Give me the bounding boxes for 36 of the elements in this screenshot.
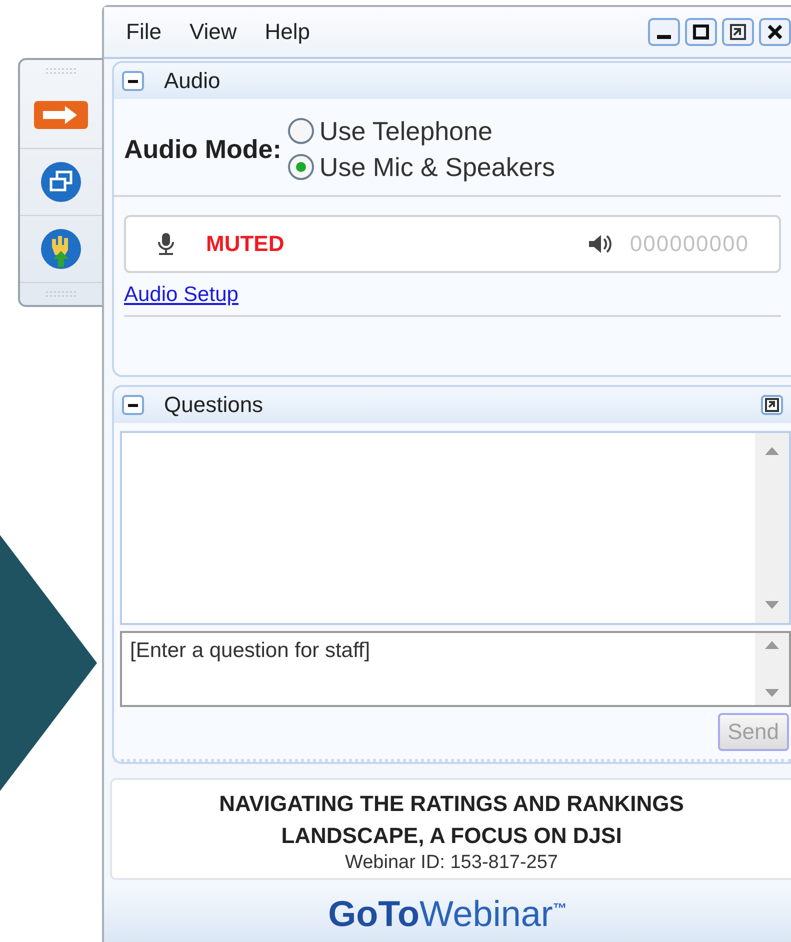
menu-item[interactable]: Help: [264, 19, 310, 45]
option-label[interactable]: Use Telephone: [319, 113, 492, 149]
undock-button[interactable]: [722, 18, 754, 46]
menu-item[interactable]: View: [189, 19, 237, 45]
close-button[interactable]: [759, 18, 791, 46]
undock-button[interactable]: [761, 395, 783, 415]
undock-icon: [730, 24, 746, 40]
speaker-icon: [588, 234, 614, 254]
minimize-button[interactable]: [648, 18, 680, 46]
undock-icon: [765, 398, 779, 412]
arrow-right-icon: [33, 100, 89, 130]
field-label: Audio Mode:: [124, 134, 282, 164]
audio-setup-link[interactable]: Audio Setup: [124, 283, 238, 307]
menu-item[interactable]: File: [126, 19, 162, 45]
panel-title: Audio: [164, 68, 220, 94]
radio-button[interactable]: [287, 153, 316, 181]
option-label[interactable]: Use Mic & Speakers: [319, 149, 555, 185]
brand-logo: GoToWebinar$^{™}$: [328, 893, 567, 935]
webinar-id: Webinar ID: 153-817-257: [345, 852, 558, 874]
close-icon: [767, 24, 783, 40]
radio-button[interactable]: [287, 117, 316, 145]
windows-icon: [39, 160, 83, 204]
panel-title: Questions: [164, 392, 264, 418]
grip-icon: [46, 68, 76, 74]
microphone-icon: [156, 232, 176, 256]
minimize-icon: [657, 35, 671, 39]
collapse-toggle[interactable]: [122, 71, 144, 91]
mute-status: MUTED: [206, 231, 284, 257]
maximize-button[interactable]: [685, 18, 717, 46]
collapse-toggle[interactable]: [122, 395, 144, 415]
webinar-title: NAVIGATING THE RATINGS AND RANKINGS: [219, 790, 684, 818]
maximize-icon: [693, 24, 709, 40]
grip-icon: [46, 291, 76, 298]
webinar-title: LANDSCAPE, A FOCUS ON DJSI: [281, 822, 622, 850]
hand-icon: [39, 227, 83, 272]
volume-reading: 000000000: [630, 231, 749, 257]
